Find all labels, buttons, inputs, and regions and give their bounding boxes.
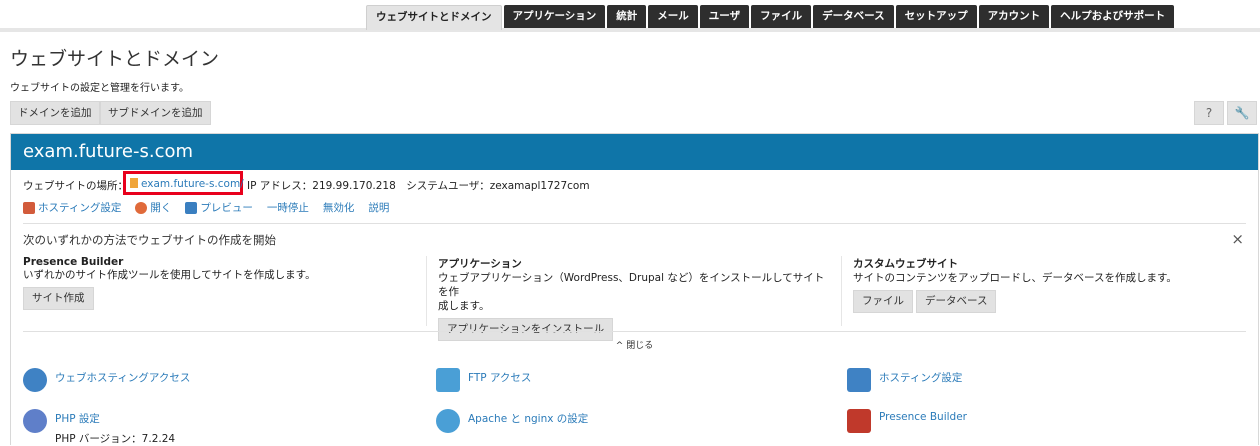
web-hosting-access-icon xyxy=(23,368,47,392)
tab-files[interactable]: ファイル xyxy=(751,5,812,28)
custom-website-column: カスタムウェブサイト サイトのコンテンツをアップロードし、データベースを作成しま… xyxy=(853,256,1243,313)
tab-help-support[interactable]: ヘルプおよびサポート xyxy=(1051,5,1175,28)
chevron-up-icon: ^ xyxy=(615,341,627,351)
ip-system-user: IP アドレス：219.99.170.218 システムユーザ：zexamapl1… xyxy=(247,180,590,192)
open-icon xyxy=(135,201,148,214)
feature-label[interactable]: Apache と nginx の設定 xyxy=(468,409,588,426)
tab-databases[interactable]: データベース xyxy=(813,5,894,28)
tab-applications[interactable]: アプリケーション xyxy=(503,5,606,28)
add-subdomain-button[interactable]: サブドメインを追加 xyxy=(100,101,211,125)
close-icon[interactable]: × xyxy=(1231,230,1244,248)
website-location-label: ウェブサイトの場所： xyxy=(23,180,128,192)
disable-link[interactable]: 無効化 xyxy=(323,200,355,215)
nav-tabs: ウェブサイトとドメイン アプリケーション 統計 メール ユーザ ファイル データ… xyxy=(366,5,1175,30)
tab-statistics[interactable]: 統計 xyxy=(607,5,647,28)
feature-presence-builder[interactable]: Presence Builder xyxy=(847,409,967,433)
create-site-button[interactable]: サイト作成 xyxy=(23,287,94,310)
feature-apache-nginx[interactable]: Apache と nginx の設定 xyxy=(436,409,588,433)
feature-label[interactable]: FTP アクセス xyxy=(468,368,531,385)
column-description: いずれかのサイト作成ツールを使用してサイトを作成します。 xyxy=(23,269,316,281)
feature-label[interactable]: PHP 設定 xyxy=(55,409,175,426)
preview-link[interactable]: プレビュー xyxy=(185,200,253,215)
suspend-link[interactable]: 一時停止 xyxy=(267,200,309,215)
add-domain-button[interactable]: ドメインを追加 xyxy=(10,101,100,125)
applications-column: アプリケーション ウェブアプリケーション（WordPress、Drupal など… xyxy=(438,256,830,341)
feature-label[interactable]: ホスティング設定 xyxy=(879,368,962,385)
feature-label[interactable]: Presence Builder xyxy=(879,409,967,423)
column-description: サイトのコンテンツをアップロードし、データベースを作成します。 xyxy=(853,272,1177,284)
website-location-link[interactable]: exam.future-s.com/ xyxy=(130,178,244,190)
top-navigation: ウェブサイトとドメイン アプリケーション 統計 メール ユーザ ファイル データ… xyxy=(0,0,1260,32)
preview-icon xyxy=(185,201,198,214)
databases-button[interactable]: データベース xyxy=(916,290,997,313)
description-link[interactable]: 説明 xyxy=(368,200,389,215)
php-icon xyxy=(23,409,47,433)
page-subtitle: ウェブサイトの設定と管理を行います。 xyxy=(10,83,189,94)
domain-panel: exam.future-s.com ウェブサイトの場所： exam.future… xyxy=(10,133,1259,445)
hosting-settings-icon xyxy=(847,368,871,392)
files-button[interactable]: ファイル xyxy=(853,290,913,313)
presence-builder-column: Presence Builder いずれかのサイト作成ツールを使用してサイトを作… xyxy=(23,256,413,310)
document-icon xyxy=(130,178,138,188)
apache-nginx-icon xyxy=(436,409,460,433)
column-heading: Presence Builder xyxy=(23,256,124,268)
domain-actions: ホスティング設定 開く プレビュー 一時停止 無効化 説明 xyxy=(23,200,389,215)
feature-web-hosting-access[interactable]: ウェブホスティングアクセス xyxy=(23,368,190,392)
domain-name[interactable]: exam.future-s.com xyxy=(23,141,193,162)
presence-builder-icon xyxy=(847,409,871,433)
page-title: ウェブサイトとドメイン xyxy=(10,48,220,70)
tab-users[interactable]: ユーザ xyxy=(699,5,750,28)
feature-ftp-access[interactable]: FTP アクセス xyxy=(436,368,531,392)
domain-header: exam.future-s.com xyxy=(11,134,1258,170)
create-website-section: 次のいずれかの方法でウェブサイトの作成を開始 × Presence Builde… xyxy=(23,223,1246,341)
feature-hosting-settings[interactable]: ホスティング設定 xyxy=(847,368,962,392)
column-heading: アプリケーション xyxy=(438,258,522,270)
collapse-toggle[interactable]: ^ 閉じる xyxy=(23,331,1246,351)
wrench-icon[interactable]: 🔧 xyxy=(1227,101,1257,125)
open-link[interactable]: 開く xyxy=(135,200,171,215)
column-description: ウェブアプリケーション（WordPress、Drupal など）をインストールし… xyxy=(438,272,825,312)
column-divider xyxy=(426,256,427,326)
tab-mail[interactable]: メール xyxy=(648,5,698,28)
tab-setup[interactable]: セットアップ xyxy=(895,5,977,28)
tab-websites-domains[interactable]: ウェブサイトとドメイン xyxy=(366,5,502,30)
hosting-settings-link[interactable]: ホスティング設定 xyxy=(23,200,121,215)
feature-label[interactable]: ウェブホスティングアクセス xyxy=(55,368,190,385)
hosting-settings-icon xyxy=(23,201,35,214)
create-website-title: 次のいずれかの方法でウェブサイトの作成を開始 xyxy=(23,233,276,247)
tab-account[interactable]: アカウント xyxy=(978,5,1050,28)
column-heading: カスタムウェブサイト xyxy=(853,258,958,270)
ftp-access-icon xyxy=(436,368,460,392)
help-icon[interactable]: ? xyxy=(1194,101,1224,125)
column-divider xyxy=(841,256,842,326)
feature-php-settings[interactable]: PHP 設定 PHP バージョン：7.2.24 xyxy=(23,409,175,446)
